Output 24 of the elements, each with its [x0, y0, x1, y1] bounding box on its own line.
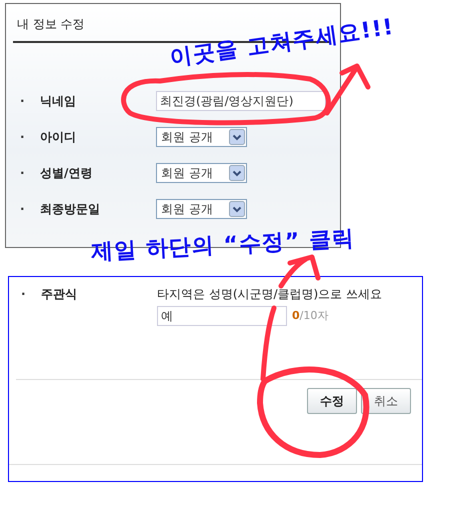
- button[interactable]: 수정: [307, 388, 357, 414]
- bullet: ·: [20, 129, 26, 146]
- field-label: 닉네임: [40, 93, 77, 110]
- input-field[interactable]: 최진경(광림/영상지원단): [156, 91, 326, 111]
- field-label: 성별/연령: [40, 165, 94, 182]
- arrow-mark: [324, 64, 370, 116]
- annotation-text: 제일 하단의 “수정” 클릭: [90, 227, 356, 266]
- input-field[interactable]: 예: [157, 306, 287, 326]
- char-counter: 0/10자: [292, 308, 328, 324]
- chevron-down-icon: [229, 165, 245, 181]
- dropdown[interactable]: 회원 공개: [156, 163, 247, 183]
- field-label: 최종방문일: [40, 201, 101, 218]
- bullet: ·: [21, 286, 27, 303]
- field-label: 아이디: [40, 129, 77, 146]
- dropdown[interactable]: 회원 공개: [156, 199, 247, 219]
- field-label: 주관식: [41, 286, 78, 303]
- bullet: ·: [20, 93, 26, 110]
- bullet: ·: [20, 201, 26, 218]
- chevron-down-icon: [229, 129, 245, 145]
- hint-text: 타지역은 성명(시군명/클럽명)으로 쓰세요: [157, 286, 382, 303]
- dropdown[interactable]: 회원 공개: [156, 127, 247, 147]
- bullet: ·: [20, 165, 26, 182]
- chevron-down-icon: [229, 201, 245, 217]
- panel-title: 내 정보 수정: [17, 17, 85, 31]
